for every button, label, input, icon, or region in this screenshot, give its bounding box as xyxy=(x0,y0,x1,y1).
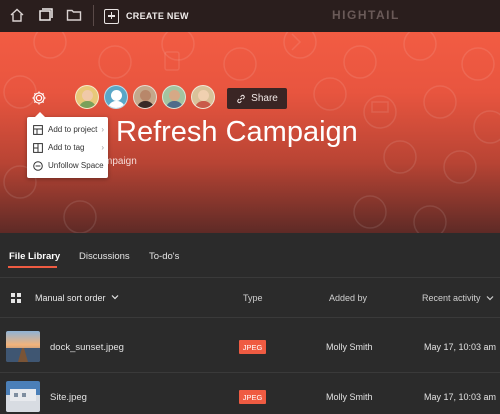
share-label: Share xyxy=(251,93,278,104)
menu-item-add-to-project[interactable]: Add to project › xyxy=(27,121,108,139)
member-avatars xyxy=(75,85,220,109)
added-by: Molly Smith xyxy=(326,392,373,402)
home-icon[interactable] xyxy=(9,7,25,23)
recent-activity: May 17, 10:03 am xyxy=(424,392,497,402)
topbar-divider xyxy=(93,5,94,26)
active-tab-indicator xyxy=(8,266,57,268)
chevron-down-icon[interactable] xyxy=(111,293,119,301)
avatar[interactable] xyxy=(104,85,128,109)
tab-file-library[interactable]: File Library xyxy=(9,251,60,262)
space-title: Refresh Campaign xyxy=(116,116,358,148)
share-button[interactable]: Share xyxy=(227,88,287,109)
menu-item-unfollow-space[interactable]: Unfollow Space xyxy=(27,157,108,175)
avatar[interactable] xyxy=(133,85,157,109)
menu-item-label: Add to tag xyxy=(48,143,85,152)
app-window: CREATE NEW HIGHTAIL Share Refresh Campai… xyxy=(0,0,500,414)
avatar[interactable] xyxy=(191,85,215,109)
tab-discussions[interactable]: Discussions xyxy=(79,251,130,262)
link-icon xyxy=(237,94,245,103)
table-row[interactable]: Site.jpeg JPEG Molly Smith May 17, 10:03… xyxy=(0,373,500,414)
recent-activity: May 17, 10:03 am xyxy=(424,342,497,352)
top-bar: CREATE NEW HIGHTAIL xyxy=(0,0,500,32)
unfollow-icon xyxy=(33,161,43,171)
column-header-added-by[interactable]: Added by xyxy=(329,293,367,303)
file-thumbnail xyxy=(6,381,40,412)
grid-view-icon[interactable] xyxy=(11,293,21,303)
chevron-right-icon: › xyxy=(101,125,104,134)
added-by: Molly Smith xyxy=(326,342,373,352)
menu-item-label: Unfollow Space xyxy=(48,161,104,170)
file-name[interactable]: dock_sunset.jpeg xyxy=(50,342,124,353)
space-settings-icon[interactable] xyxy=(31,90,47,106)
tab-bar: File Library Discussions To-do's xyxy=(0,233,500,278)
spaces-icon[interactable] xyxy=(38,7,54,23)
sort-order-dropdown[interactable]: Manual sort order xyxy=(35,293,106,303)
menu-item-label: Add to project xyxy=(48,125,98,134)
file-type-badge: JPEG xyxy=(239,340,266,354)
table-row[interactable]: dock_sunset.jpeg JPEG Molly Smith May 17… xyxy=(0,319,500,373)
file-type-badge: JPEG xyxy=(239,390,266,404)
hightail-logo: HIGHTAIL xyxy=(332,8,400,22)
column-header-recent-activity[interactable]: Recent activity xyxy=(422,293,481,303)
column-header-type[interactable]: Type xyxy=(243,293,263,303)
avatar[interactable] xyxy=(75,85,99,109)
tab-todos[interactable]: To-do's xyxy=(149,251,179,262)
plus-icon xyxy=(104,8,119,24)
space-settings-menu: Add to project › Add to tag › Unfollow S… xyxy=(27,112,108,178)
chevron-down-icon[interactable] xyxy=(486,294,494,302)
space-subtitle: mpaign xyxy=(104,156,137,167)
file-thumbnail xyxy=(6,331,40,362)
project-icon xyxy=(33,125,43,135)
create-new-button[interactable]: CREATE NEW xyxy=(104,6,189,26)
chevron-right-icon: › xyxy=(101,143,104,152)
create-new-label: CREATE NEW xyxy=(126,11,189,21)
file-name[interactable]: Site.jpeg xyxy=(50,392,87,403)
avatar[interactable] xyxy=(162,85,186,109)
tag-icon xyxy=(33,143,43,153)
file-list-header: Manual sort order Type Added by Recent a… xyxy=(0,278,500,318)
menu-item-add-to-tag[interactable]: Add to tag › xyxy=(27,139,108,157)
folder-icon[interactable] xyxy=(66,7,82,23)
